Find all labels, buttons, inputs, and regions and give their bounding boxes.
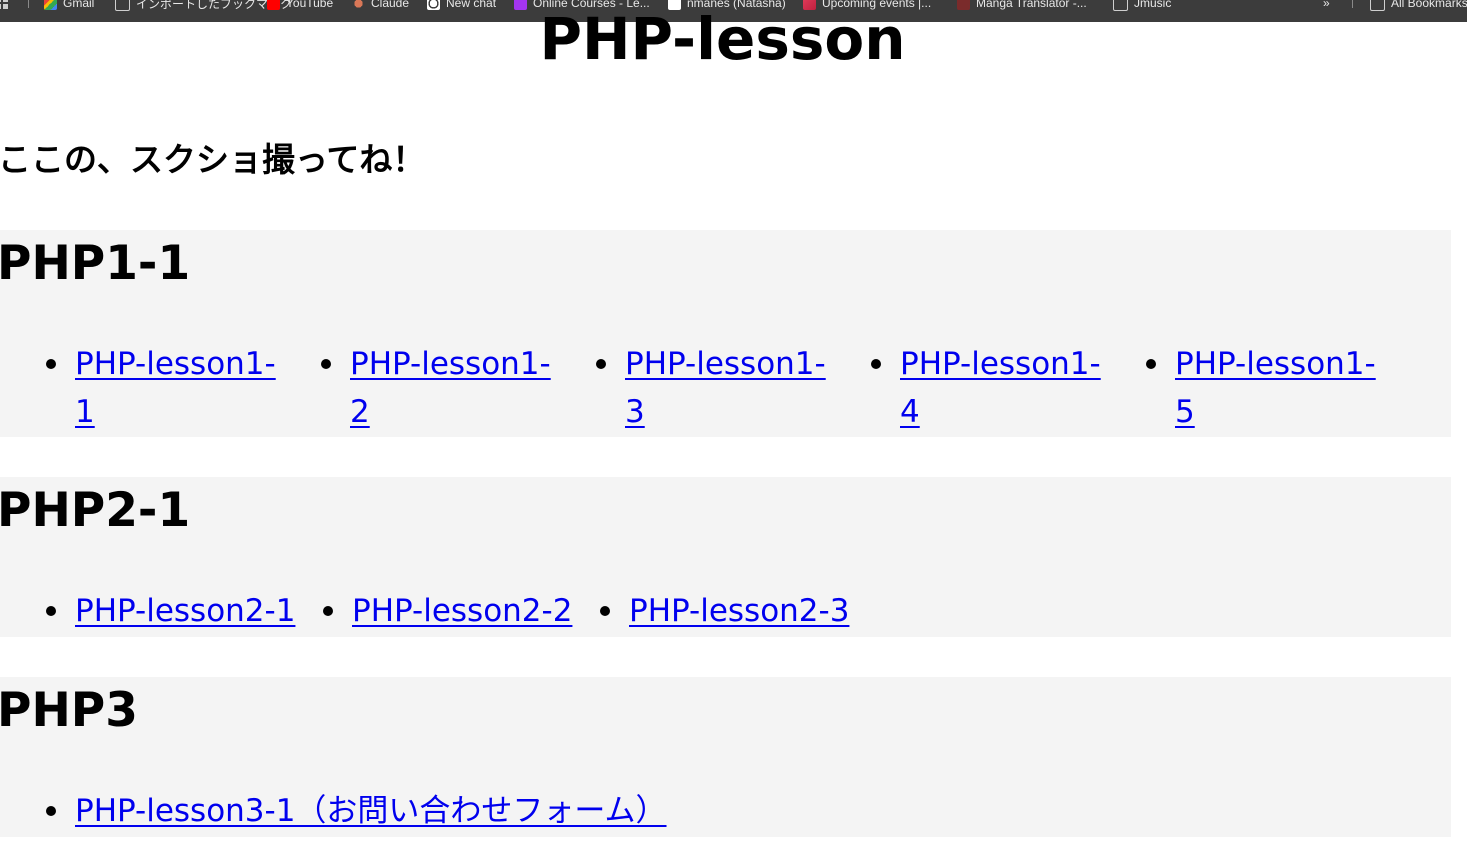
lesson-link-1-3[interactable]: PHP-lesson1- 3	[625, 340, 826, 436]
list-item: PHP-lesson1- 3	[596, 340, 826, 436]
bullet-icon	[46, 606, 56, 616]
link-text-line2: 3	[625, 394, 645, 430]
section-heading: PHP3	[0, 683, 138, 738]
link-text-line1: PHP-lesson1-	[1175, 346, 1376, 382]
list-item: PHP-lesson3-1（お問い合わせフォーム）	[46, 787, 667, 835]
bullet-icon	[46, 359, 56, 369]
list-item: PHP-lesson2-1	[46, 587, 295, 635]
link-text-line2: 4	[900, 394, 920, 430]
bullet-icon	[600, 606, 610, 616]
section-php3: PHP3 PHP-lesson3-1（お問い合わせフォーム）	[0, 677, 1451, 837]
link-text-line2: 2	[350, 394, 370, 430]
bullet-icon	[46, 806, 56, 816]
link-text-line1: PHP-lesson1-	[75, 346, 276, 382]
list-item: PHP-lesson1- 2	[321, 340, 551, 436]
bullet-icon	[321, 359, 331, 369]
bullet-icon	[596, 359, 606, 369]
section-heading: PHP2-1	[0, 483, 191, 538]
link-text-line1: PHP-lesson1-	[900, 346, 1101, 382]
link-text-line2: 1	[75, 394, 95, 430]
bullet-icon	[323, 606, 333, 616]
bullet-icon	[1146, 359, 1156, 369]
bullet-icon	[871, 359, 881, 369]
link-text-line2: 5	[1175, 394, 1195, 430]
lesson-link-1-5[interactable]: PHP-lesson1- 5	[1175, 340, 1376, 436]
section-heading: PHP1-1	[0, 236, 191, 291]
lesson-link-2-2[interactable]: PHP-lesson2-2	[352, 587, 572, 635]
instruction-text: ここの、スクショ撮ってね！	[0, 140, 426, 179]
lesson-link-3-1[interactable]: PHP-lesson3-1（お問い合わせフォーム）	[75, 787, 667, 835]
lesson-link-2-1[interactable]: PHP-lesson2-1	[75, 587, 295, 635]
list-item: PHP-lesson2-2	[323, 587, 572, 635]
list-item: PHP-lesson1- 1	[46, 340, 276, 436]
section-php2-1: PHP2-1 PHP-lesson2-1 PHP-lesson2-2 PHP-l…	[0, 477, 1451, 637]
list-item: PHP-lesson2-3	[600, 587, 849, 635]
page-title: PHP-lesson	[539, 5, 906, 73]
lesson-link-1-2[interactable]: PHP-lesson1- 2	[350, 340, 551, 436]
section-php1-1: PHP1-1 PHP-lesson1- 1 PHP-lesson1- 2 PHP…	[0, 230, 1451, 437]
list-item: PHP-lesson1- 4	[871, 340, 1101, 436]
list-item: PHP-lesson1- 5	[1146, 340, 1376, 436]
lesson-link-2-3[interactable]: PHP-lesson2-3	[629, 587, 849, 635]
lesson-link-1-1[interactable]: PHP-lesson1- 1	[75, 340, 276, 436]
link-text-line1: PHP-lesson1-	[625, 346, 826, 382]
lesson-link-1-4[interactable]: PHP-lesson1- 4	[900, 340, 1101, 436]
link-text-line1: PHP-lesson1-	[350, 346, 551, 382]
